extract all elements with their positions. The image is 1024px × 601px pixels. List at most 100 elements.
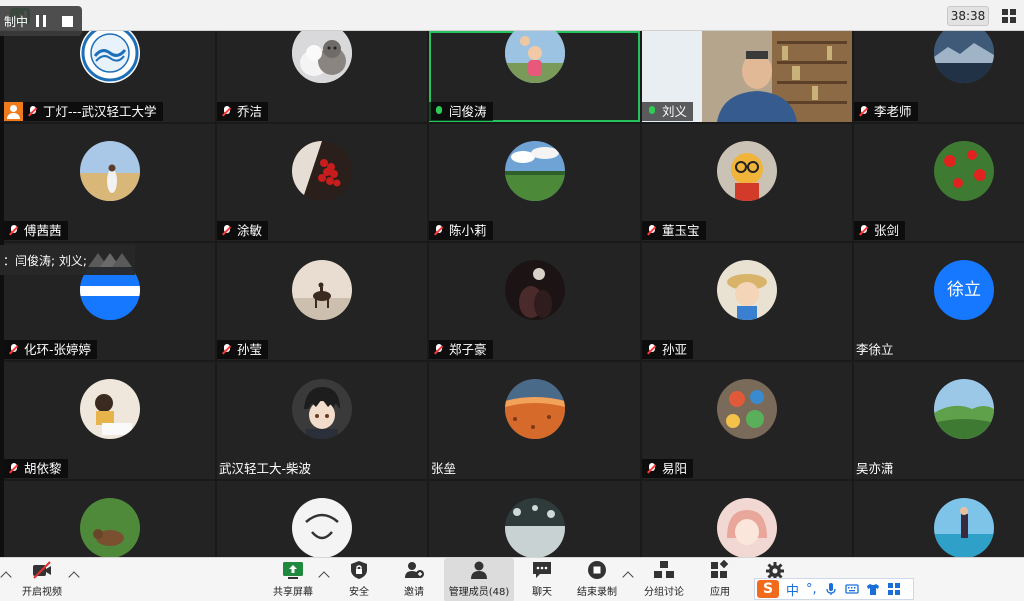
pause-recording-icon[interactable] bbox=[36, 15, 46, 27]
breakout-rooms-button[interactable]: 分组讨论 bbox=[640, 558, 688, 601]
input-method-bar[interactable]: S 中 °, bbox=[754, 578, 914, 600]
participant-tile[interactable]: 胡依黎 bbox=[4, 362, 215, 479]
avatar bbox=[79, 141, 140, 201]
participant-tile[interactable]: 涂敏 bbox=[217, 124, 427, 241]
name-tag: 易阳 bbox=[642, 459, 694, 478]
beach-photo bbox=[934, 498, 994, 557]
participant-tile[interactable] bbox=[429, 481, 640, 557]
colorful-items-photo bbox=[717, 379, 777, 439]
participant-tile-active-speaker[interactable]: 闫俊涛 bbox=[429, 31, 640, 122]
mic-muted-icon bbox=[8, 224, 20, 238]
berries-photo bbox=[292, 141, 352, 201]
participant-grid: 丁灯---武汉轻工大学 乔洁 闫俊涛 刘义 李老师 傅茜茜 涂敏 陈小莉 董玉宝… bbox=[4, 31, 1024, 557]
name-tag: 化环-张婷婷 bbox=[4, 340, 98, 359]
start-video-button[interactable]: 开启视频 bbox=[16, 558, 68, 601]
horse-rider-photo bbox=[292, 260, 352, 320]
participant-tile[interactable]: 孙亚 bbox=[642, 243, 852, 360]
participant-tile-video[interactable]: 刘义 bbox=[642, 31, 852, 122]
green-hills-photo bbox=[934, 379, 994, 439]
name-tag: 郑子豪 bbox=[429, 340, 493, 359]
toolbox-icon[interactable] bbox=[887, 582, 901, 596]
anime-character-photo bbox=[292, 379, 352, 439]
mic-muted-icon bbox=[646, 224, 658, 238]
breakout-icon bbox=[654, 561, 674, 578]
name-tag: 张垒 bbox=[431, 461, 457, 476]
avatar bbox=[717, 498, 777, 557]
skin-shirt-icon[interactable] bbox=[866, 582, 880, 596]
participant-tile[interactable]: 丁灯---武汉轻工大学 bbox=[4, 31, 215, 122]
participant-tile[interactable]: 陈小莉 bbox=[429, 124, 640, 241]
participant-tile[interactable]: 孙莹 bbox=[217, 243, 427, 360]
mic-muted-icon bbox=[221, 224, 233, 238]
chevron-up-icon[interactable] bbox=[0, 571, 12, 583]
participant-tile[interactable]: 张剑 bbox=[854, 124, 1024, 241]
stop-recording-icon[interactable] bbox=[62, 15, 73, 27]
participant-tile[interactable]: 武汉轻工大-柴波 bbox=[217, 362, 427, 479]
name-tag: 闫俊涛 bbox=[429, 102, 493, 121]
name-tag: 武汉轻工大-柴波 bbox=[219, 461, 312, 476]
security-button[interactable]: 安全 bbox=[340, 558, 378, 601]
meeting-logo-icon bbox=[88, 253, 132, 267]
mic-muted-icon bbox=[858, 224, 870, 238]
avatar bbox=[292, 498, 352, 557]
keyboard-icon[interactable] bbox=[845, 582, 859, 596]
apps-icon bbox=[711, 560, 729, 578]
avatar bbox=[292, 141, 352, 201]
avatar bbox=[504, 498, 565, 557]
end-recording-button[interactable]: 结束录制 bbox=[574, 558, 620, 601]
orange-field-photo bbox=[504, 379, 565, 439]
meadow-photo bbox=[504, 141, 565, 201]
participant-tile[interactable]: 徐立 李徐立 bbox=[854, 243, 1024, 360]
microphone-icon[interactable] bbox=[824, 582, 838, 596]
name-tag: 丁灯---武汉轻工大学 bbox=[4, 102, 163, 121]
pooh-photo bbox=[717, 141, 777, 201]
avatar bbox=[79, 379, 140, 439]
apps-button[interactable]: 应用 bbox=[704, 558, 736, 601]
name-tag: 孙亚 bbox=[642, 340, 694, 359]
participant-tile[interactable]: 乔洁 bbox=[217, 31, 427, 122]
meeting-window: 38:38 丁灯---武汉轻工大学 乔洁 闫俊涛 刘义 李老师 傅茜茜 涂敏 陈… bbox=[0, 0, 1024, 601]
kids-photo bbox=[504, 31, 565, 83]
manage-members-button[interactable]: 管理成员(48) bbox=[444, 558, 514, 601]
ime-punctuation[interactable]: °, bbox=[806, 582, 817, 597]
sogou-logo-icon: S bbox=[757, 580, 779, 598]
chevron-up-icon[interactable] bbox=[318, 571, 330, 583]
sketch-photo bbox=[292, 498, 352, 557]
chat-button[interactable]: 聊天 bbox=[523, 558, 561, 601]
top-bar: 38:38 bbox=[0, 0, 1024, 31]
add-user-icon bbox=[405, 562, 424, 578]
field-photo bbox=[79, 141, 140, 201]
participant-tile[interactable]: 吴亦潇 bbox=[854, 362, 1024, 479]
avatar bbox=[292, 31, 352, 83]
participant-tile[interactable]: 郑子豪 bbox=[429, 243, 640, 360]
participant-tile[interactable]: 李老师 bbox=[854, 31, 1024, 122]
share-screen-icon bbox=[283, 562, 303, 579]
participant-tile[interactable] bbox=[642, 481, 852, 557]
flowers-photo bbox=[934, 141, 994, 201]
name-tag: 刘义 bbox=[642, 102, 694, 121]
mic-muted-icon bbox=[27, 105, 39, 119]
participant-tile[interactable]: 张垒 bbox=[429, 362, 640, 479]
share-screen-button[interactable]: 共享屏幕 bbox=[268, 558, 318, 601]
participant-tile[interactable]: 易阳 bbox=[642, 362, 852, 479]
avatar bbox=[717, 141, 777, 201]
invite-button[interactable]: 邀请 bbox=[395, 558, 433, 601]
frost-photo bbox=[504, 498, 565, 557]
avatar bbox=[504, 260, 565, 320]
chevron-up-icon[interactable] bbox=[622, 571, 634, 583]
participant-tile[interactable]: 傅茜茜 bbox=[4, 124, 215, 241]
participant-tile[interactable]: 董玉宝 bbox=[642, 124, 852, 241]
avatar bbox=[934, 31, 994, 83]
ime-mode[interactable]: 中 bbox=[786, 580, 799, 599]
participant-tile[interactable] bbox=[4, 481, 215, 557]
participant-tile[interactable] bbox=[854, 481, 1024, 557]
mic-muted-icon bbox=[646, 343, 658, 357]
chevron-up-icon[interactable] bbox=[68, 571, 80, 583]
name-tag: 张剑 bbox=[854, 221, 906, 240]
name-tag: 李徐立 bbox=[856, 342, 894, 357]
gallery-view-icon[interactable] bbox=[1002, 9, 1016, 23]
anime-girl-photo bbox=[717, 498, 777, 557]
participant-tile[interactable] bbox=[217, 481, 427, 557]
name-tag: 陈小莉 bbox=[429, 221, 493, 240]
cartoon-kid-photo bbox=[717, 260, 777, 320]
